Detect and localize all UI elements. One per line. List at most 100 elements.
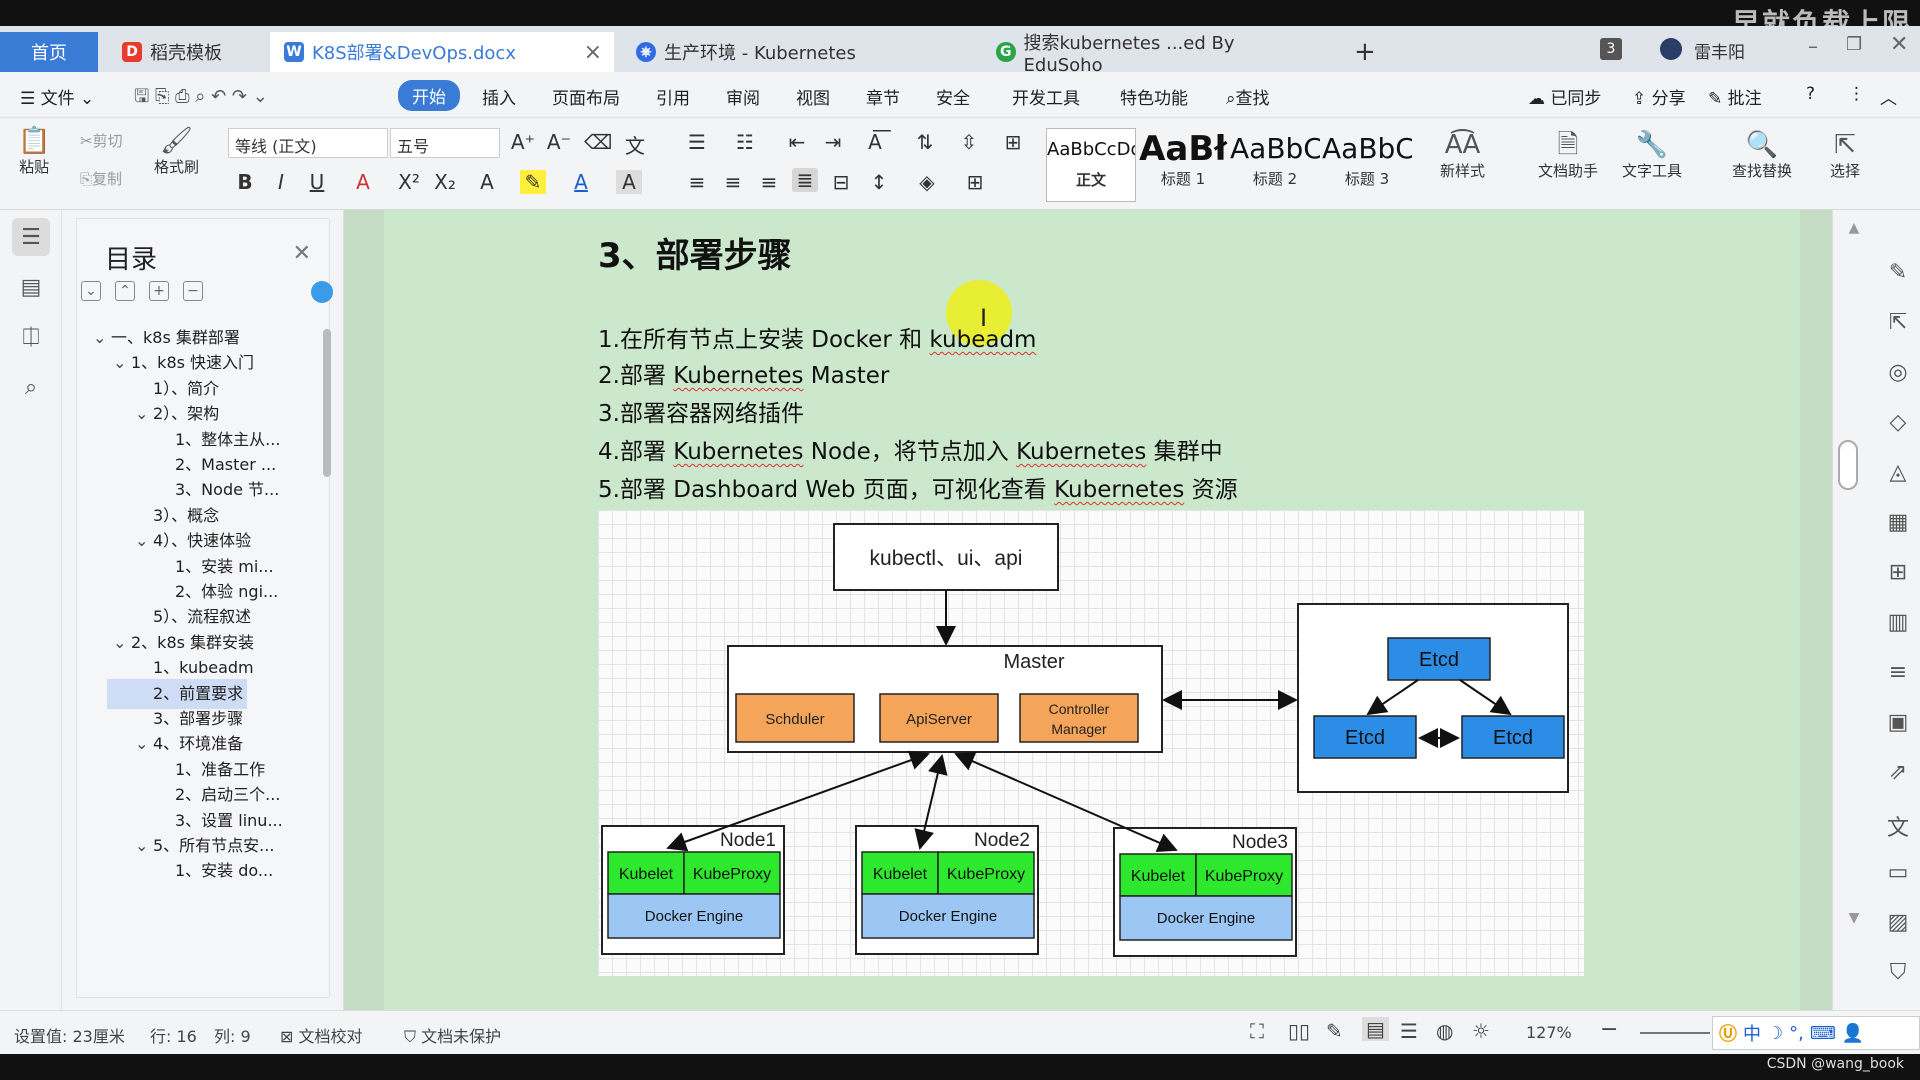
highlight-icon[interactable]: ✎ xyxy=(520,170,546,194)
read-mode-icon[interactable]: ▯▯ xyxy=(1288,1019,1310,1043)
user-name[interactable]: 雷丰阳 xyxy=(1694,38,1745,63)
chevron-down-icon[interactable]: ⌄ xyxy=(113,348,131,378)
chevron-down-icon[interactable]: ⌄ xyxy=(135,831,153,861)
find-replace-button[interactable]: 🔍 查找替换 xyxy=(1732,130,1792,181)
chapter-nav-icon[interactable]: ▤ xyxy=(12,268,50,306)
tab-document[interactable]: W K8S部署&DevOps.docx × xyxy=(270,32,614,72)
font-color-icon[interactable]: A xyxy=(568,170,594,194)
zoom-slider[interactable] xyxy=(1640,1032,1710,1034)
phonetic-icon[interactable]: 文 xyxy=(622,130,648,159)
quick-access-icons[interactable]: 🖫 ⎘ ⎙ ⌕ ↶ ↷ ⌄ xyxy=(134,84,268,114)
scroll-up-icon[interactable]: ▲ xyxy=(1839,220,1869,236)
align-center-icon[interactable]: ≡ xyxy=(720,170,746,194)
chevron-down-icon[interactable]: ⌄ xyxy=(135,399,153,429)
more-icon[interactable]: ⋮ xyxy=(1848,84,1865,104)
eye-care-icon[interactable]: ☼ xyxy=(1472,1019,1490,1043)
moon-icon[interactable]: ☽ xyxy=(1767,1023,1783,1044)
section-heading[interactable]: 3、部署步骤 xyxy=(598,228,792,277)
close-icon[interactable]: ✕ xyxy=(293,241,311,266)
increase-indent-icon[interactable]: ⇥ xyxy=(820,130,846,154)
minimize-icon[interactable]: – xyxy=(1808,34,1818,58)
align-right-icon[interactable]: ≡ xyxy=(756,170,782,194)
paragraph-spacing-icon[interactable]: ⇳ xyxy=(956,130,982,154)
line-spacing-icon[interactable]: ↕ xyxy=(866,170,892,194)
italic-icon[interactable]: I xyxy=(268,170,294,194)
sync-status[interactable]: ☁ 已同步 xyxy=(1528,84,1601,109)
menu-view[interactable]: 视图 xyxy=(796,84,830,109)
web-view-icon[interactable]: ◍ xyxy=(1436,1019,1453,1043)
change-case-icon[interactable]: A͞ xyxy=(862,130,888,154)
tab-search[interactable]: G 搜索kubernetes ...ed By EduSoho xyxy=(982,32,1326,76)
menu-insert[interactable]: 插入 xyxy=(482,84,516,109)
restore-icon[interactable]: ❐ xyxy=(1846,34,1862,55)
status-setting[interactable]: 设置值: 23厘米 xyxy=(14,1023,125,1047)
write-mode-icon[interactable]: ✎ xyxy=(1326,1019,1343,1043)
collapse-all-icon[interactable]: ⌄ xyxy=(81,281,101,301)
style-heading-1[interactable]: AaBł 标题 1 xyxy=(1138,128,1228,202)
zoom-level[interactable]: 127% xyxy=(1526,1023,1572,1042)
comment-button[interactable]: ✎ 批注 xyxy=(1708,84,1762,109)
close-window-icon[interactable]: ✕ xyxy=(1890,32,1908,57)
shading-icon[interactable]: ◈ xyxy=(914,170,940,194)
border-icon[interactable]: ⊞ xyxy=(962,170,988,194)
sync-toc-icon[interactable] xyxy=(311,281,333,303)
share-button[interactable]: ⇪ 分享 xyxy=(1632,84,1686,109)
menu-start[interactable]: 开始 xyxy=(398,80,460,111)
toc-scrollbar[interactable] xyxy=(323,329,331,477)
chart-icon[interactable]: ▥ xyxy=(1883,610,1913,635)
distributed-icon[interactable]: ⊟ xyxy=(828,170,854,194)
expand-up-icon[interactable]: ⌃ xyxy=(115,281,135,301)
outline-view-icon[interactable]: ☰ xyxy=(1400,1019,1418,1043)
style-normal[interactable]: AaBbCcDd 正文 xyxy=(1046,128,1136,202)
tab-home[interactable]: 首页 xyxy=(0,32,98,72)
step-1[interactable]: 1.在所有节点上安装 Docker 和 kubeadm xyxy=(598,320,1036,354)
align-left-icon[interactable]: ≡ xyxy=(684,170,710,194)
font-name-select[interactable]: 等线 (正文) xyxy=(228,128,388,158)
new-tab-button[interactable]: + xyxy=(1340,32,1390,72)
format-painter-button[interactable]: 🖌 格式刷 xyxy=(154,126,199,177)
doc-assistant-button[interactable]: 🗎 文档助手 xyxy=(1538,130,1598,181)
numbering-icon[interactable]: ☷ xyxy=(732,130,758,154)
add-heading-icon[interactable]: + xyxy=(149,281,169,301)
picture-icon[interactable]: ▨ xyxy=(1883,910,1913,935)
menu-dev-tools[interactable]: 开发工具 xyxy=(1012,84,1080,109)
export-icon[interactable]: ⇗ xyxy=(1883,760,1913,785)
bullets-icon[interactable]: ☰ xyxy=(684,130,710,154)
style-heading-2[interactable]: AaBbC 标题 2 xyxy=(1230,128,1320,202)
toc-toggle-icon[interactable]: ☰ xyxy=(12,218,50,256)
grow-font-icon[interactable]: A⁺ xyxy=(510,130,536,154)
fullscreen-icon[interactable]: ⛶ xyxy=(1250,1019,1264,1043)
cut-button[interactable]: ✂ 剪切 xyxy=(80,130,123,151)
char-shading-icon[interactable]: A xyxy=(616,170,642,194)
location-icon[interactable]: ◎ xyxy=(1883,360,1913,385)
step-3[interactable]: 3.部署容器网络插件 xyxy=(598,394,804,428)
ime-language[interactable]: 中 xyxy=(1743,1020,1761,1046)
user-icon[interactable]: 👤 xyxy=(1842,1023,1864,1044)
superscript-icon[interactable]: X² xyxy=(396,170,422,194)
architecture-diagram[interactable]: kubectl、ui、api Master Schduler ApiServer… xyxy=(598,510,1584,976)
chevron-down-icon[interactable]: ⌄ xyxy=(135,526,153,556)
menu-security[interactable]: 安全 xyxy=(936,84,970,109)
bold-icon[interactable]: B xyxy=(232,170,258,194)
tab-count-badge[interactable]: 3 xyxy=(1600,38,1622,60)
sliders-icon[interactable]: ≡ xyxy=(1883,660,1913,685)
decrease-indent-icon[interactable]: ⇤ xyxy=(784,130,810,154)
bookmark-icon[interactable]: ⎅ xyxy=(12,318,50,356)
keyboard-icon[interactable]: ⌨ xyxy=(1810,1023,1836,1044)
text-effect-icon[interactable]: A xyxy=(474,170,500,194)
translate-icon[interactable]: 文 xyxy=(1883,810,1913,842)
paste-button[interactable]: 📋 粘贴 xyxy=(18,126,50,177)
image-icon[interactable]: ▣ xyxy=(1883,710,1913,735)
shield-icon[interactable]: ⛉ xyxy=(1883,960,1913,985)
font-size-select[interactable]: 五号 xyxy=(390,128,500,158)
tab-kubernetes[interactable]: ⎈ 生产环境 - Kubernetes xyxy=(622,32,978,72)
table-icon[interactable]: ▦ xyxy=(1883,510,1913,535)
close-tab-icon[interactable]: × xyxy=(584,40,602,65)
pointer-icon[interactable]: ⇱ xyxy=(1883,310,1913,335)
menu-review[interactable]: 审阅 xyxy=(726,84,760,109)
archive-icon[interactable]: ▭ xyxy=(1883,860,1913,885)
remove-heading-icon[interactable]: − xyxy=(183,281,203,301)
new-style-button[interactable]: A͡A 新样式 xyxy=(1440,130,1485,181)
table-layout-icon[interactable]: ⊞ xyxy=(1000,130,1026,154)
strikethrough-icon[interactable]: A xyxy=(350,170,376,194)
